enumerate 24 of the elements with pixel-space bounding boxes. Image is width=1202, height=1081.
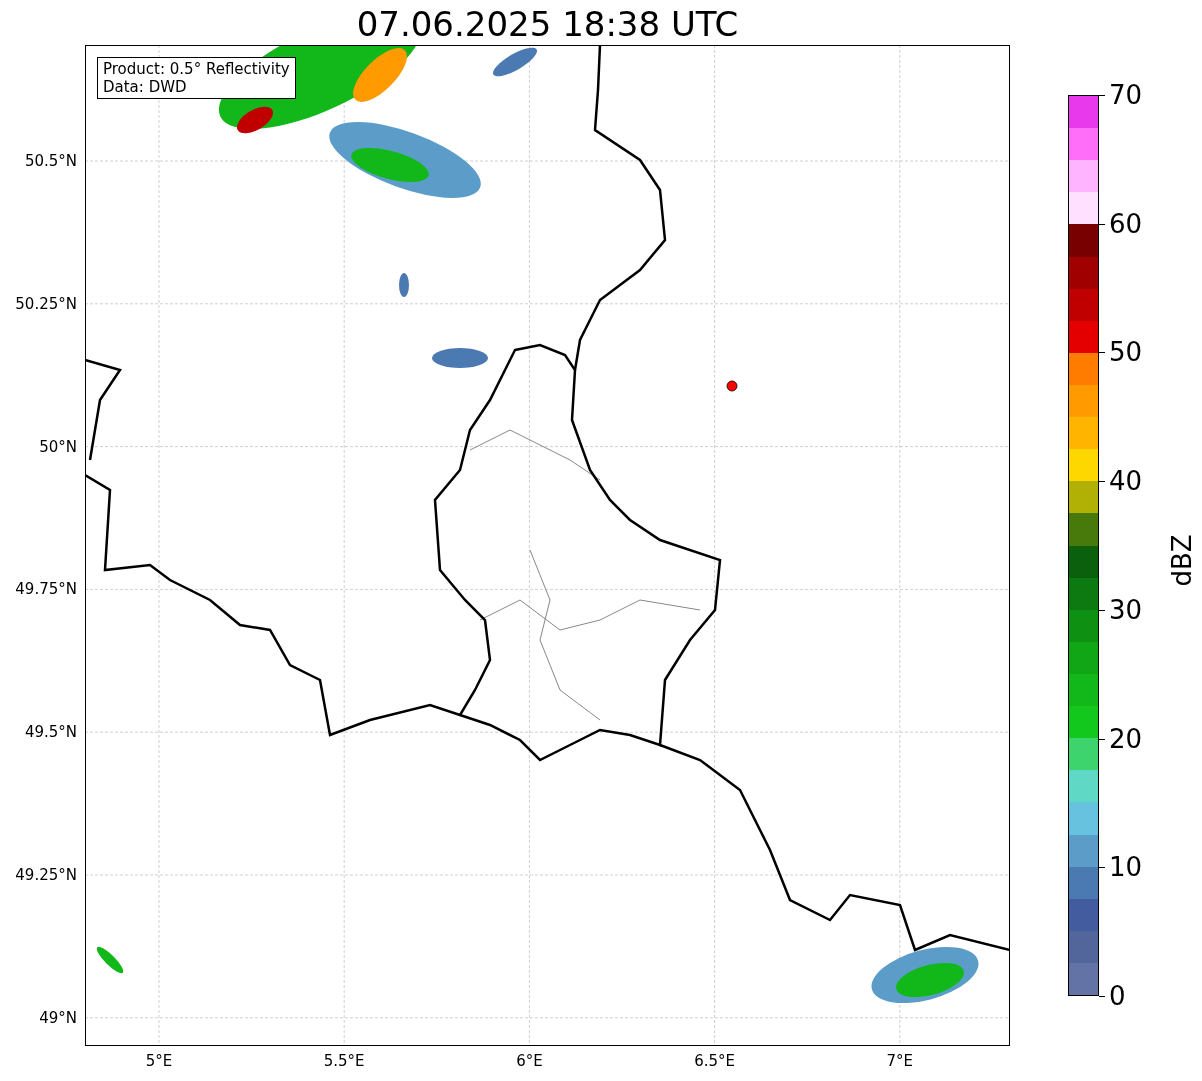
colorbar-label: dBZ xyxy=(1165,533,1198,587)
colorbar-tick-label: 60 xyxy=(1109,208,1143,239)
colorbar-tick-label: 20 xyxy=(1109,723,1143,754)
colorbar-tick-label: 30 xyxy=(1109,594,1143,625)
latitude-label: 50.5°N xyxy=(24,152,77,170)
colorbar-tick-label: 10 xyxy=(1109,852,1143,883)
colorbar-tick-label: 40 xyxy=(1109,466,1143,497)
latitude-label: 49.75°N xyxy=(15,580,77,599)
latitude-label: 49.25°N xyxy=(15,866,77,884)
info-text: Product: 0.5° Reflectivity xyxy=(103,60,290,78)
longitude-label: 7°E xyxy=(886,1052,914,1070)
longitude-label: 6.5°E xyxy=(694,1052,735,1070)
latitude-label: 49.5°N xyxy=(24,723,77,742)
longitude-label: 6°E xyxy=(516,1052,543,1070)
colorbar-tick-label: 50 xyxy=(1109,337,1143,368)
latitude-label: 49°N xyxy=(39,1008,77,1027)
longitude-label: 5.5°E xyxy=(323,1052,365,1070)
longitude-label: 5°E xyxy=(145,1052,173,1070)
latitude-label: 50°N xyxy=(39,437,77,456)
info-text: Data: DWD xyxy=(103,78,188,96)
colorbar-tick-label: 70 xyxy=(1109,80,1143,110)
latitude-label: 50.25°N xyxy=(15,294,77,313)
chart-title: 07.06.2025 18:38 UTC xyxy=(356,4,739,44)
colorbar-tick-label: 0 xyxy=(1109,981,1126,1011)
